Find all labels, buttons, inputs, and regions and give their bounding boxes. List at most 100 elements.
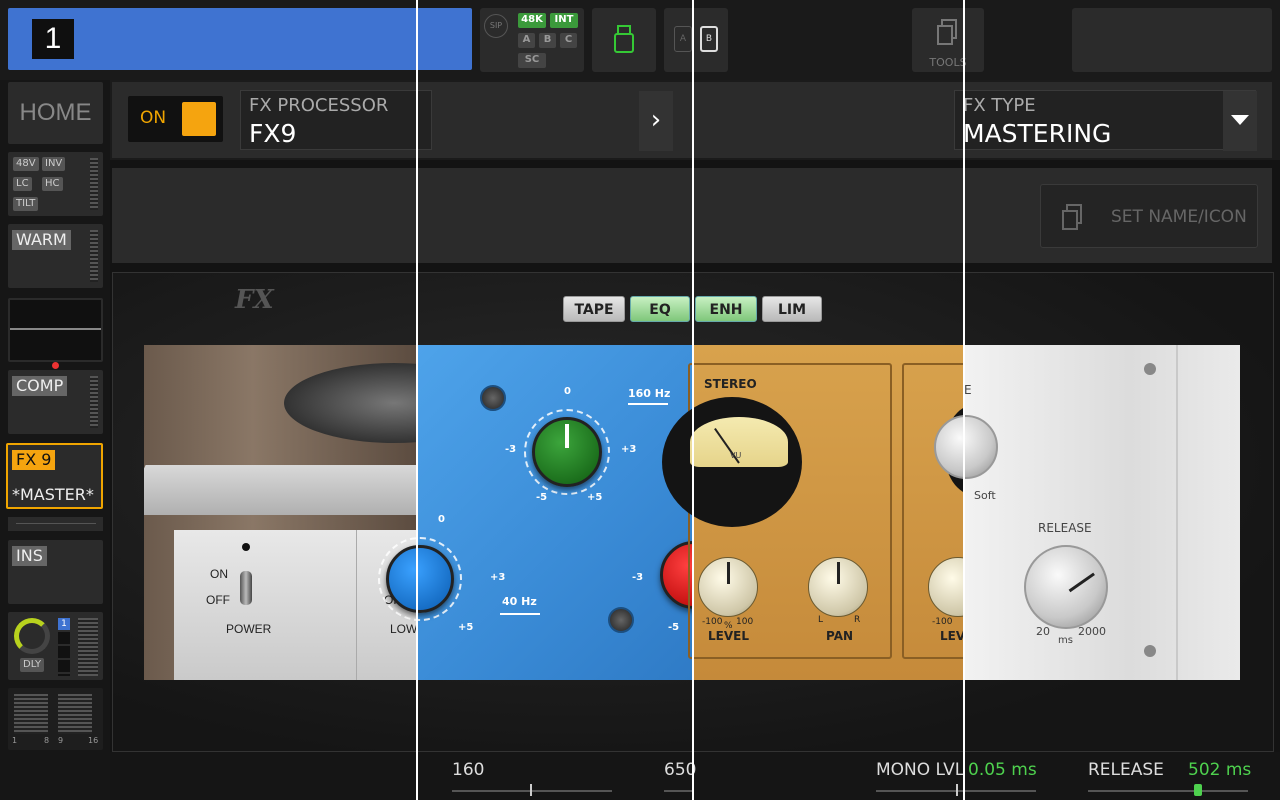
eq-k2-p3: +3 [490,572,506,583]
gate-block[interactable] [8,298,103,362]
eq-panel: 0 -3 +3 -5 +5 160 Hz 0 +3 +5 40 Hz -3 -5 [378,345,728,680]
fx9-master-label: *MASTER* [12,485,94,504]
eq-k1-p3: +3 [621,444,637,455]
power-switch[interactable] [240,571,252,605]
eq-160hz-knob[interactable] [532,417,602,487]
eq-k3-m5: -5 [668,622,680,633]
tab-tape[interactable]: TAPE [563,296,625,322]
release-knob[interactable] [1024,545,1108,629]
top-empty-slot[interactable] [1072,8,1272,72]
eq-k3-m3: -3 [632,572,644,583]
release-value: 502 ms [1188,760,1252,780]
insert-divider [8,517,103,531]
eq-k1-0: 0 [564,386,571,397]
lim-divider [1176,345,1178,680]
tools-button[interactable]: TOOLS [912,8,984,72]
set-name-icon-button[interactable]: SET NAME/ICON [1040,184,1258,248]
tilt-tag: TILT [13,197,39,211]
param-650-slider[interactable] [664,790,692,792]
dly-block[interactable]: DLY 1 [8,612,103,680]
on-label: ON [140,108,167,128]
gate-curve [10,328,101,330]
tab-enh[interactable]: ENH [695,296,757,322]
eq-40hz-knob[interactable] [386,545,454,613]
param-160-slider[interactable] [452,784,612,796]
fx-type-dropdown[interactable]: FX TYPE MASTERING [954,90,1257,151]
vu-face: VU [690,417,788,467]
dly-slots [58,632,70,676]
fx9-label: FX 9 [12,450,56,470]
split-divider [692,0,694,800]
eq-freq2: 40 Hz [502,595,537,608]
fx-on-toggle[interactable]: ON [128,96,223,142]
chevron-right-icon[interactable]: › [639,91,673,151]
channel-select-bar[interactable]: 1 [8,8,472,70]
mono-lvl-slider[interactable] [876,784,1036,796]
fx-processor-value: FX9 [249,119,297,148]
meter-label-1: 1 [12,736,18,745]
eq-k1-m3: -3 [505,444,517,455]
meter-label-8: 8 [44,736,50,745]
sd-card-button[interactable]: A B [664,8,728,72]
rate-48k-badge: 48K [518,13,546,28]
status-c-badge: C [560,33,577,48]
level-knob[interactable] [698,557,758,617]
comp-label: COMP [12,376,68,396]
fx9-block[interactable]: FX 9 *MASTER* [6,443,103,509]
sample-rate-status[interactable]: SIP 48K INT A B C SC [480,8,584,72]
comp-block[interactable]: COMP [8,370,103,434]
dly-tag: DLY [20,658,45,672]
warm-block[interactable]: WARM [8,224,103,288]
tools-label: TOOLS [929,56,967,69]
input-settings-block[interactable]: 48V INV LC HC TILT [8,152,103,216]
vu-meter: VU [662,397,802,527]
eq-filter-icon [628,403,668,405]
usb-icon [614,25,634,53]
level2-min: -100 [932,617,953,627]
status-b-badge: B [539,33,556,48]
release-min: 20 [1036,625,1050,638]
usb-button[interactable] [592,8,656,72]
int-clock-badge: INT [550,13,578,28]
lim-knob-soft[interactable] [934,415,998,479]
48v-tag: 48V [13,157,39,171]
inv-tag: INV [42,157,66,171]
mono-lvl-value: 0.05 ms [968,760,1037,780]
sip-indicator: SIP [484,14,508,38]
eq-k1-p5: +5 [587,492,603,503]
output-meters[interactable]: 1 8 9 16 [8,688,103,750]
release-unit: ms [1058,635,1073,646]
comp-meter [90,376,98,428]
meter-bank-1 [14,694,48,734]
level2-label: LEV [940,629,966,643]
pan-knob[interactable] [808,557,868,617]
release-slider[interactable] [1088,784,1248,796]
level-label: LEVEL [708,629,749,643]
vu-label: VU [730,451,742,460]
fx-processor-selector[interactable]: FX PROCESSOR FX9 › [240,90,673,151]
dly-badge: 1 [58,618,70,630]
level-max: 100 [736,617,754,627]
tape-reel [284,363,416,443]
ins-label: INS [12,546,47,566]
on-indicator [182,102,216,136]
pan-label: PAN [826,629,854,643]
lim-partial-label: E [964,383,972,397]
release-knob-label: RELEASE [1038,521,1092,535]
eq-filter-icon [500,613,540,615]
tab-lim[interactable]: LIM [762,296,822,322]
meter-label-9: 9 [58,736,64,745]
ins-block[interactable]: INS [8,540,103,604]
release-label: RELEASE [1088,760,1164,780]
release-max: 2000 [1078,625,1106,638]
chevron-down-icon[interactable] [1223,91,1257,151]
hc-tag: HC [42,177,63,191]
tab-eq[interactable]: EQ [630,296,690,322]
home-button[interactable]: HOME [8,82,103,144]
mono-lvl-label: MONO LVL [876,760,965,780]
eq-k1-m5: -5 [536,492,548,503]
input-meter [90,158,98,210]
meter-label-16: 16 [88,736,99,745]
soft-label: Soft [974,489,996,502]
low-label: LOW [390,622,416,636]
